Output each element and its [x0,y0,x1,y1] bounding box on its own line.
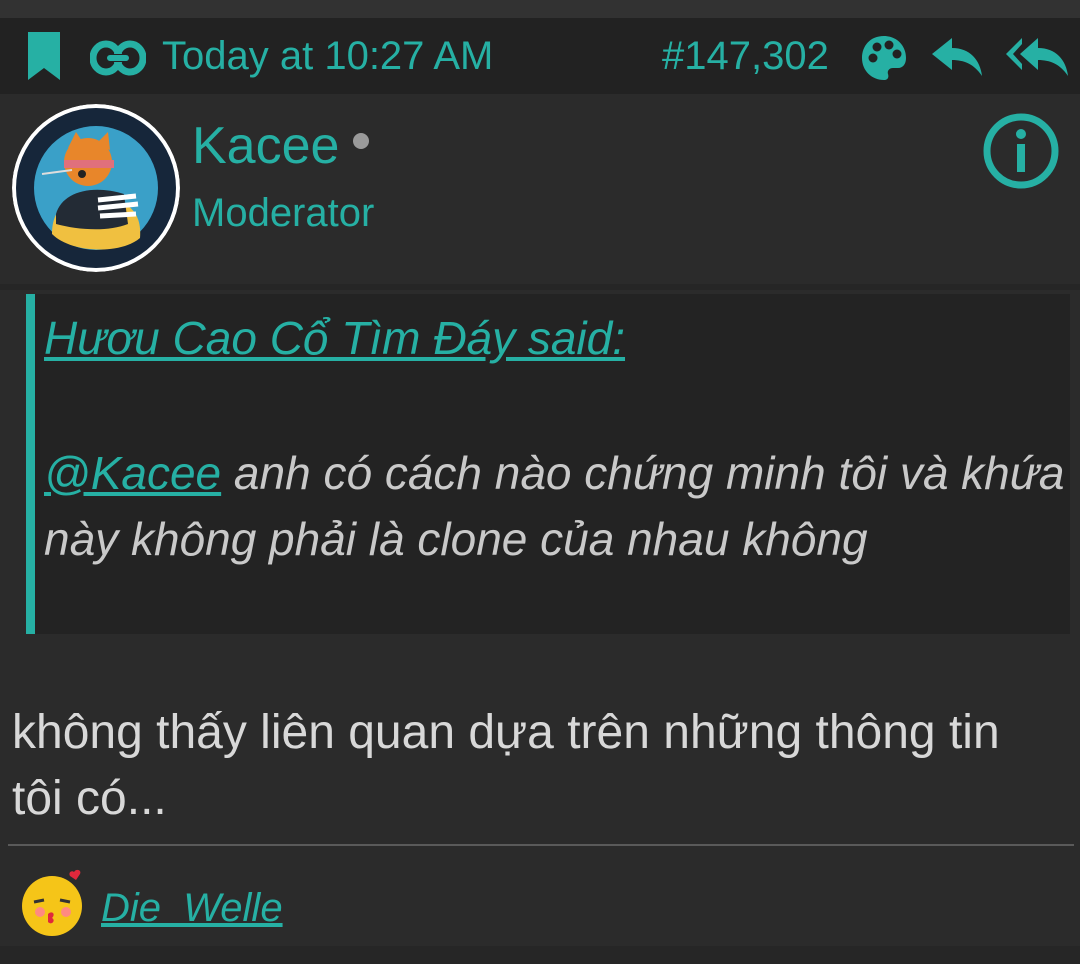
reaction-user-link[interactable]: Die_Welle [101,882,283,934]
quote-text: @Kacee anh có cách nào chứng minh tôi và… [44,440,1068,572]
username[interactable]: Kacee [192,114,339,178]
bookmark-icon[interactable] [24,30,64,82]
reply-all-icon[interactable] [1004,36,1070,78]
bottom-strip [0,946,1080,964]
link-icon[interactable] [90,38,146,78]
quote-author-link[interactable]: Hươu Cao Cổ Tìm Đáy said: [44,308,625,368]
kiss-emoji-icon[interactable] [18,866,90,938]
online-status-indicator [353,133,369,149]
avatar[interactable] [12,104,180,272]
section-divider [0,284,1080,290]
user-role: Moderator [192,191,375,235]
post-body: không thấy liên quan dựa trên những thôn… [12,706,1000,825]
post-timestamp[interactable]: Today at 10:27 AM [162,18,493,94]
reactions-divider [8,844,1074,846]
post-number[interactable]: #147,302 [662,18,829,94]
reply-icon[interactable] [930,36,984,78]
mention-link[interactable]: @Kacee [44,447,221,499]
info-icon[interactable] [982,112,1060,190]
top-strip [0,0,1080,18]
palette-icon[interactable] [860,34,908,82]
